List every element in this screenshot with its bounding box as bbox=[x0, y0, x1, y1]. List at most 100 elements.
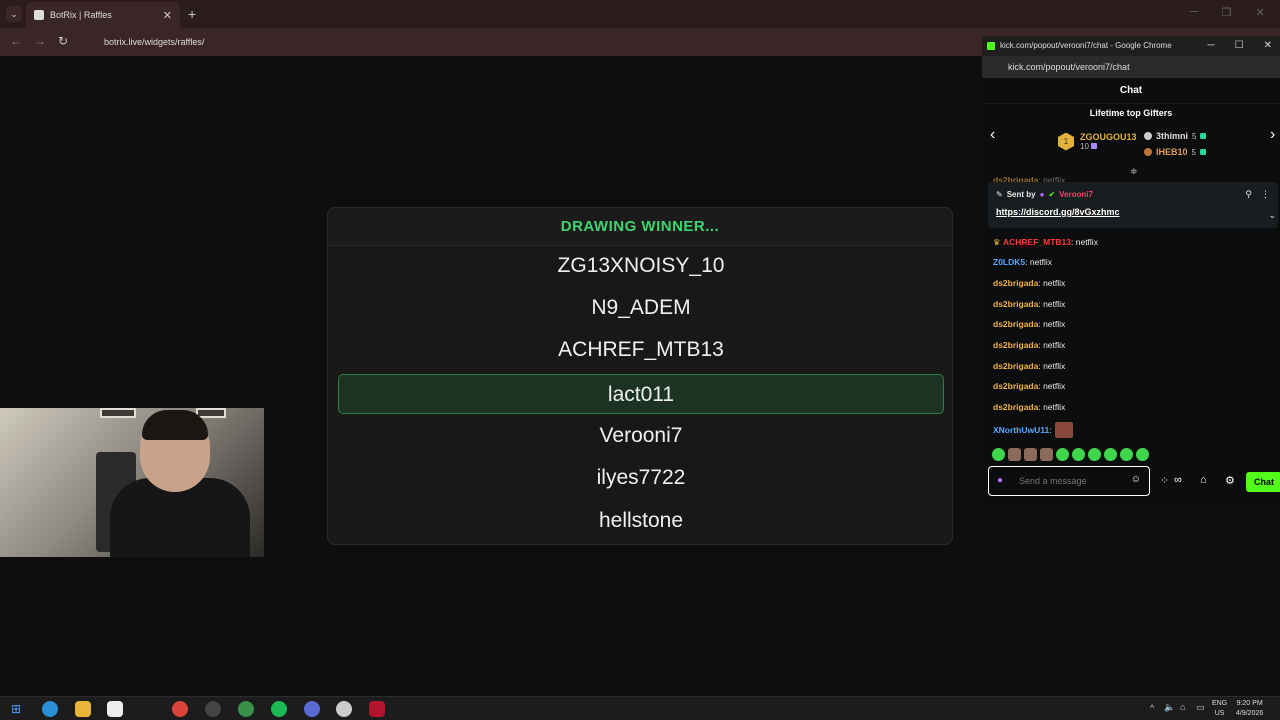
chevron-right-icon[interactable]: › bbox=[1270, 126, 1275, 144]
back-icon[interactable]: ← bbox=[10, 34, 22, 48]
gifter-entry: IHEB10 5 bbox=[1144, 147, 1206, 157]
emote-bar bbox=[992, 448, 1149, 461]
volume-icon[interactable]: 🔈 bbox=[1164, 702, 1175, 713]
emote-icon[interactable] bbox=[1056, 448, 1069, 461]
more-options-icon[interactable]: ⋮ bbox=[1261, 189, 1270, 200]
minimize-icon[interactable]: ─ bbox=[1190, 6, 1198, 19]
chat-username[interactable]: ds2brigada bbox=[993, 402, 1038, 412]
gifter-name: IHEB10 bbox=[1156, 147, 1188, 157]
chat-username[interactable]: ds2brigada bbox=[993, 340, 1038, 350]
chevron-left-icon[interactable]: ‹ bbox=[990, 126, 995, 144]
webcam-person-hair bbox=[142, 410, 208, 440]
chat-message-input[interactable] bbox=[1019, 473, 1119, 489]
chat-username[interactable]: ds2brigada bbox=[993, 278, 1038, 288]
emote-icon[interactable] bbox=[1008, 448, 1021, 461]
window-controls: ─ ❐ ✕ bbox=[1190, 6, 1265, 19]
rank-badge-icon bbox=[1144, 148, 1152, 156]
maximize-icon[interactable]: ☐ bbox=[1235, 36, 1244, 56]
chat-message: ds2brigada: netflix bbox=[993, 402, 1065, 412]
unpin-icon[interactable]: ⚲ bbox=[1245, 189, 1252, 200]
taskbar: ⊞ ^ 🔈 ⌂ ▭ ENG US 9:20 PM 4/9/2026 bbox=[0, 696, 1280, 720]
pinned-message: ✎ Sent by ● ✔ Verooni7 https://discord.g… bbox=[988, 182, 1278, 228]
chat-text: : bbox=[1049, 425, 1052, 435]
gifter-count: 5 bbox=[1192, 131, 1197, 141]
microsoft-store-icon[interactable] bbox=[107, 701, 123, 717]
spotify-icon[interactable] bbox=[271, 701, 287, 717]
chrome-icon[interactable] bbox=[172, 701, 188, 717]
chat-username[interactable]: ds2brigada bbox=[993, 381, 1038, 391]
browser-tab[interactable]: BotRix | Raffles ✕ bbox=[26, 2, 180, 28]
battery-icon[interactable]: ▭ bbox=[1196, 702, 1205, 713]
chat-header: Chat bbox=[982, 78, 1280, 104]
discord-chrome-icon[interactable] bbox=[304, 701, 320, 717]
windows-start-icon[interactable]: ⊞ bbox=[8, 701, 24, 717]
settings-gear-icon[interactable]: ⚙ bbox=[1225, 474, 1235, 487]
chat-message: ds2brigada: netflix bbox=[993, 319, 1065, 329]
chat-message: ds2brigada: netflix bbox=[993, 278, 1065, 288]
pinned-sender[interactable]: Verooni7 bbox=[1059, 190, 1093, 199]
language-indicator[interactable]: ENG US bbox=[1212, 699, 1227, 719]
browser-tab-strip: ⌄ BotRix | Raffles ✕ + ─ ❐ ✕ bbox=[0, 0, 1280, 28]
filter-icon[interactable]: ≑ bbox=[1130, 166, 1138, 177]
chat-message: ds2brigada: netflix bbox=[993, 299, 1065, 309]
chat-username[interactable]: ds2brigada bbox=[993, 319, 1038, 329]
chat-username[interactable]: ACHREF_MTB13 bbox=[1003, 237, 1071, 247]
chat-text: : netflix bbox=[1038, 361, 1066, 371]
botrix-favicon-icon bbox=[34, 10, 44, 20]
chat-text: : netflix bbox=[1038, 319, 1066, 329]
reload-icon[interactable]: ↻ bbox=[58, 34, 68, 48]
clock-date: 4/9/2026 bbox=[1236, 710, 1264, 717]
chat-text: : netflix bbox=[1038, 402, 1066, 412]
chat-input-box[interactable]: ● ☺ bbox=[988, 466, 1150, 496]
store-icon[interactable]: ⌂ bbox=[1200, 474, 1207, 486]
emote-icon[interactable] bbox=[1072, 448, 1085, 461]
maximize-icon[interactable]: ❐ bbox=[1222, 6, 1232, 19]
emote-icon[interactable] bbox=[1136, 448, 1149, 461]
chat-username[interactable]: Z0LDK5 bbox=[993, 257, 1025, 267]
chat-address-bar[interactable]: kick.com/popout/verooni7/chat bbox=[982, 56, 1280, 78]
chat-text: : netflix bbox=[1038, 278, 1066, 288]
emote-icon[interactable] bbox=[992, 448, 1005, 461]
send-chat-button[interactable]: Chat bbox=[1246, 472, 1280, 492]
chat-message: ds2brigada: netflix bbox=[993, 361, 1065, 371]
emoji-picker-icon[interactable]: ☺ bbox=[1131, 474, 1141, 485]
minimize-icon[interactable]: ─ bbox=[1208, 36, 1215, 56]
new-tab-button[interactable]: + bbox=[188, 6, 196, 22]
file-explorer-icon[interactable] bbox=[75, 701, 91, 717]
pin-icon: ✎ bbox=[996, 190, 1003, 199]
tab-search-button[interactable]: ⌄ bbox=[6, 6, 22, 22]
app-icon[interactable] bbox=[336, 701, 352, 717]
kicks-icon[interactable]: ⁘ bbox=[1160, 474, 1169, 487]
tab-close-icon[interactable]: ✕ bbox=[163, 9, 172, 22]
pinned-link[interactable]: https://discord.gg/8vGxzhmc bbox=[996, 207, 1120, 217]
chrome-active-icon[interactable] bbox=[238, 701, 254, 717]
raffle-entry: ilyes7722 bbox=[596, 466, 686, 489]
network-icon[interactable]: ⌂ bbox=[1180, 702, 1185, 712]
close-window-icon[interactable]: ✕ bbox=[1264, 36, 1272, 56]
adobe-icon[interactable] bbox=[369, 701, 385, 717]
infinity-icon[interactable]: ∞ bbox=[1174, 474, 1182, 486]
chevron-down-icon[interactable]: ⌄ bbox=[1268, 210, 1276, 221]
address-bar[interactable]: botrix.live/widgets/raffles/ bbox=[84, 32, 984, 52]
raffle-entry: N9_ADEM bbox=[591, 296, 691, 319]
emote-icon[interactable] bbox=[1120, 448, 1133, 461]
close-window-icon[interactable]: ✕ bbox=[1256, 6, 1265, 19]
chat-popout-window: kick.com/popout/verooni7/chat - Google C… bbox=[982, 36, 1280, 508]
raffle-widget: DRAWING WINNER... ZG13XNOISY_10 N9_ADEM … bbox=[327, 207, 953, 545]
edge-icon[interactable] bbox=[42, 701, 58, 717]
chat-username[interactable]: ds2brigada bbox=[993, 299, 1038, 309]
emote-icon[interactable] bbox=[1024, 448, 1037, 461]
clock[interactable]: 9:20 PM 4/9/2026 bbox=[1236, 699, 1263, 719]
chat-username[interactable]: XNorthUwU11 bbox=[993, 425, 1049, 435]
forward-icon[interactable]: → bbox=[34, 34, 46, 48]
emote-icon[interactable] bbox=[1104, 448, 1117, 461]
raffle-status-header: DRAWING WINNER... bbox=[328, 208, 952, 246]
raffle-entry: ZG13XNOISY_10 bbox=[557, 254, 725, 277]
gifter-name: 3thimni bbox=[1156, 131, 1189, 141]
chat-username[interactable]: ds2brigada bbox=[993, 361, 1038, 371]
obs-icon[interactable] bbox=[205, 701, 221, 717]
url-text: botrix.live/widgets/raffles/ bbox=[104, 37, 205, 47]
emote-icon[interactable] bbox=[1088, 448, 1101, 461]
tray-chevron-icon[interactable]: ^ bbox=[1150, 703, 1154, 713]
emote-icon[interactable] bbox=[1040, 448, 1053, 461]
